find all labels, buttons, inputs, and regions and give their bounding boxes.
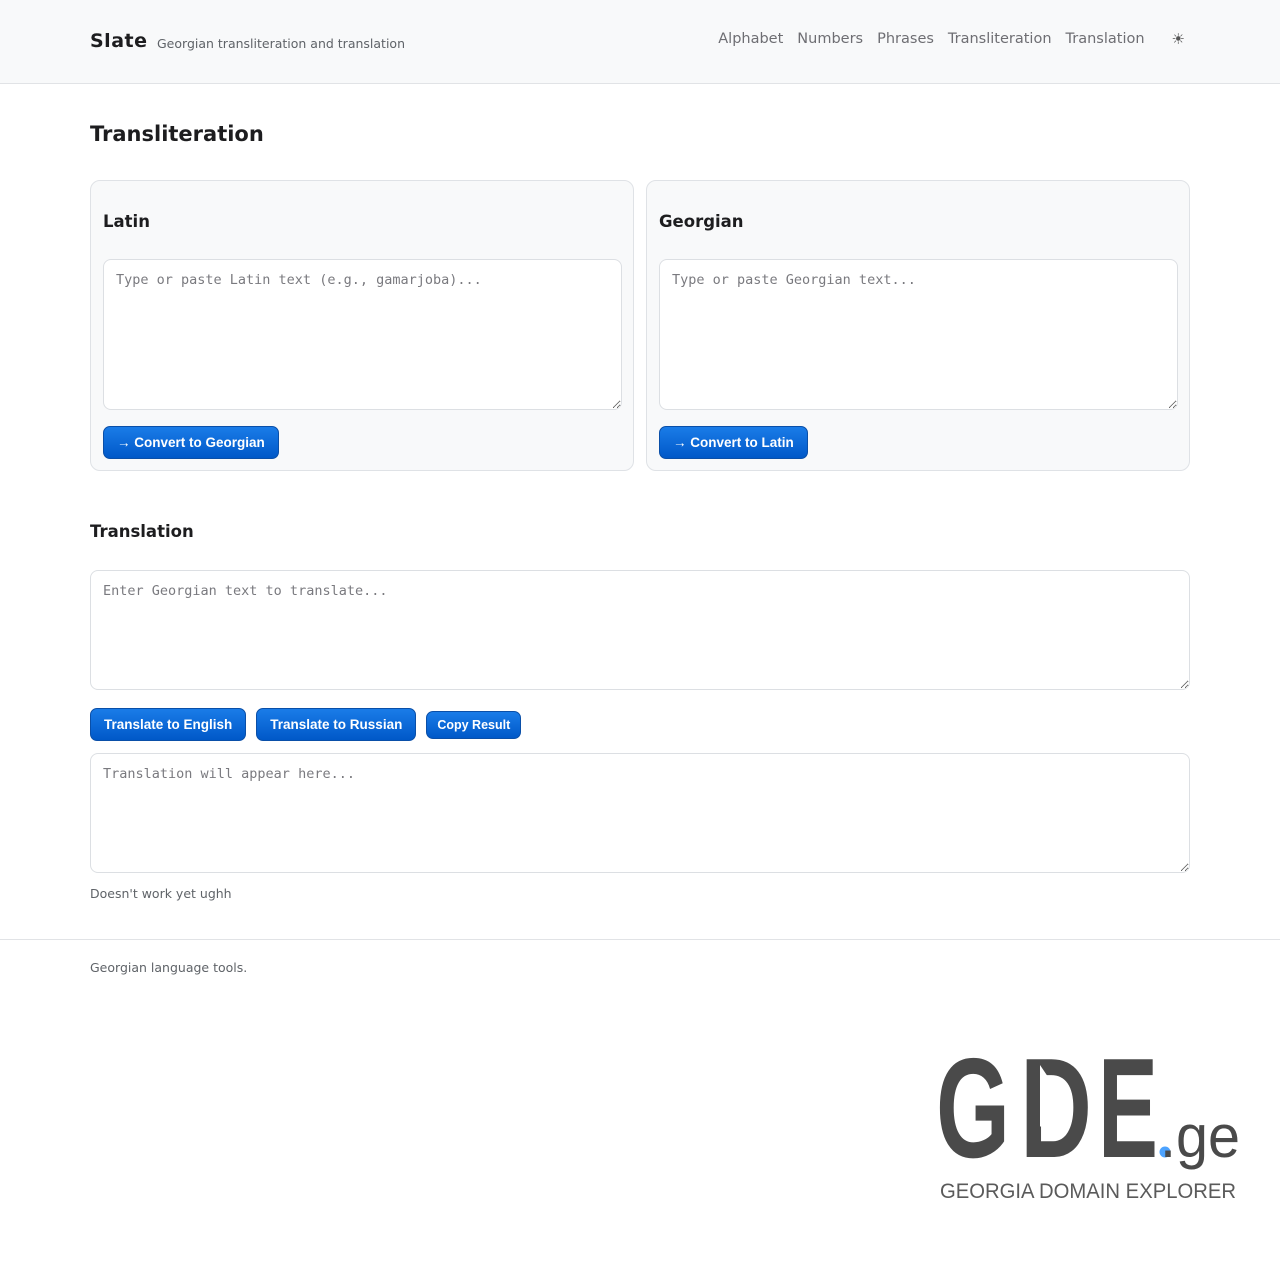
site-footer: Georgian language tools. G D E .ge GEORG…	[0, 939, 1280, 1280]
nav-transliteration[interactable]: Transliteration	[948, 31, 1052, 47]
translation-heading: Translation	[90, 522, 194, 541]
logo-tld: .ge	[1160, 1103, 1240, 1170]
convert-to-latin-button[interactable]: → Convert to Latin	[659, 426, 808, 459]
page-title: Transliteration	[90, 122, 264, 146]
logo-subtitle: GEORGIA DOMAIN EXPLORER	[940, 1180, 1236, 1203]
latin-input[interactable]	[103, 259, 622, 410]
georgian-heading: Georgian	[659, 212, 744, 231]
translation-output[interactable]	[90, 753, 1190, 873]
georgian-panel: Georgian → Convert to Latin	[646, 180, 1190, 471]
translation-actions: Translate to English Translate to Russia…	[90, 708, 531, 741]
main-nav: Alphabet Numbers Phrases Transliteration…	[718, 30, 1190, 48]
nav-phrases[interactable]: Phrases	[877, 31, 934, 47]
convert-to-georgian-button[interactable]: → Convert to Georgian	[103, 426, 279, 459]
nav-numbers[interactable]: Numbers	[797, 31, 863, 47]
nav-alphabet[interactable]: Alphabet	[718, 31, 783, 47]
sun-icon: ☀	[1171, 31, 1185, 48]
theme-toggle-button[interactable]: ☀	[1167, 30, 1190, 48]
translate-to-russian-button[interactable]: Translate to Russian	[256, 708, 417, 741]
copy-result-button[interactable]: Copy Result	[426, 710, 522, 739]
logo-letter-g: G	[936, 1035, 1010, 1188]
brand-tagline: Georgian transliteration and translation	[157, 36, 405, 51]
logo-letter-e: E	[1098, 1035, 1158, 1188]
gde-logo: G D E .ge GEORGIA DOMAIN EXPLORER	[936, 1035, 1240, 1203]
footer-text: Georgian language tools.	[90, 960, 248, 975]
translation-input[interactable]	[90, 570, 1190, 690]
nav-translation[interactable]: Translation	[1066, 31, 1145, 47]
translate-to-english-button[interactable]: Translate to English	[90, 708, 247, 741]
latin-panel: Latin → Convert to Georgian	[90, 180, 634, 471]
translation-note: Doesn't work yet ughh	[90, 886, 232, 901]
site-header: Slate Georgian transliteration and trans…	[0, 0, 1280, 84]
brand-name[interactable]: Slate	[90, 30, 148, 52]
georgian-input[interactable]	[659, 259, 1178, 410]
latin-heading: Latin	[103, 212, 150, 231]
